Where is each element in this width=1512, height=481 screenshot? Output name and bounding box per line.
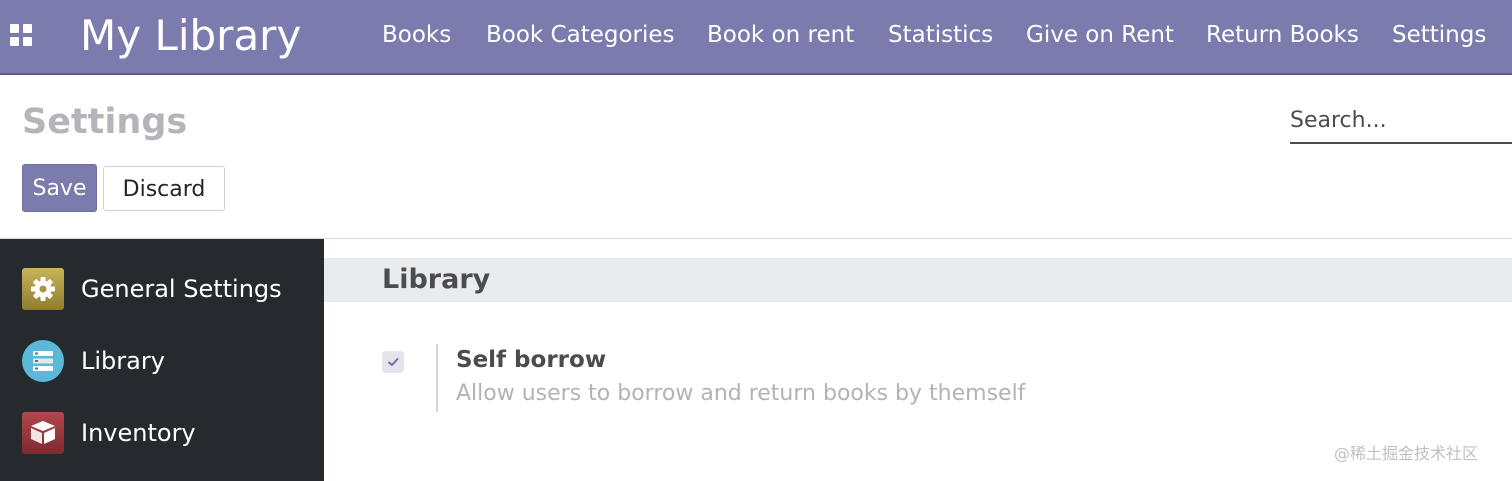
nav-item-give-on-rent[interactable]: Give on Rent [1026, 18, 1174, 52]
nav-item-statistics[interactable]: Statistics [888, 18, 993, 52]
save-button[interactable]: Save [22, 164, 97, 212]
nav-item-books[interactable]: Books [382, 18, 451, 52]
settings-sidebar: General Settings Library Inventory [0, 239, 324, 481]
sidebar-item-label: Library [81, 347, 165, 375]
search-box [1290, 102, 1512, 144]
section-header: Library [324, 258, 1512, 302]
nav-item-book-on-rent[interactable]: Book on rent [707, 18, 854, 52]
books-icon [22, 340, 64, 382]
sidebar-item-label: Inventory [81, 419, 196, 447]
checkmark-icon [388, 358, 399, 366]
grid-icon[interactable] [10, 24, 34, 48]
app-title[interactable]: My Library [80, 8, 301, 64]
self-borrow-checkbox[interactable] [382, 351, 404, 373]
top-navbar: My Library Books Book Categories Book on… [0, 0, 1512, 75]
sidebar-item-inventory[interactable]: Inventory [0, 402, 324, 466]
watermark: @稀土掘金技术社区 [1334, 444, 1479, 463]
setting-divider [436, 344, 438, 412]
section-title: Library [382, 264, 491, 295]
box-icon [22, 412, 64, 454]
discard-button[interactable]: Discard [103, 166, 225, 211]
nav-item-book-categories[interactable]: Book Categories [486, 18, 675, 52]
page-title: Settings [22, 102, 188, 142]
nav-item-settings[interactable]: Settings [1392, 18, 1486, 52]
sidebar-item-label: General Settings [81, 275, 282, 303]
sidebar-item-library[interactable]: Library [0, 330, 324, 394]
setting-title: Self borrow [456, 347, 607, 373]
gear-icon [22, 268, 64, 310]
nav-item-return-books[interactable]: Return Books [1206, 18, 1359, 52]
search-input[interactable] [1290, 102, 1510, 138]
setting-description: Allow users to borrow and return books b… [456, 381, 1026, 406]
sidebar-item-general-settings[interactable]: General Settings [0, 258, 324, 322]
